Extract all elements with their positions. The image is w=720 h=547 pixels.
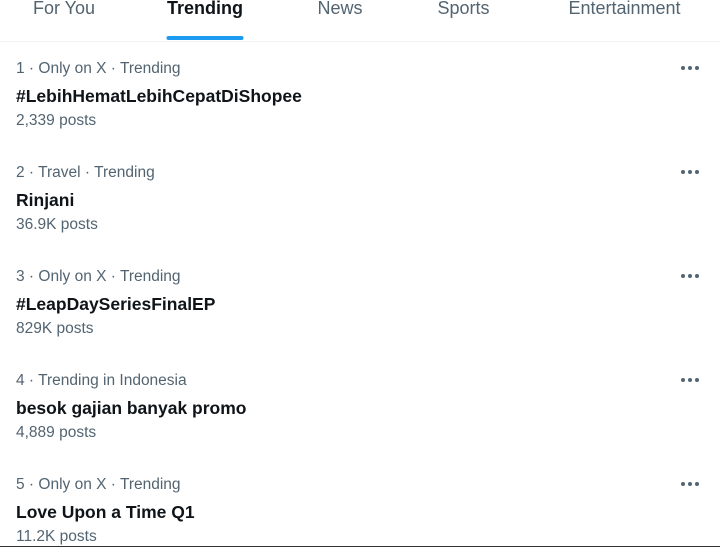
dot	[688, 274, 692, 278]
dot	[681, 378, 685, 382]
tab-for-you[interactable]: For You	[0, 0, 128, 41]
tab-news[interactable]: News	[282, 0, 398, 41]
active-tab-indicator	[166, 36, 244, 40]
tab-sports[interactable]: Sports	[398, 0, 529, 41]
tab-label: News	[317, 0, 363, 18]
trend-item[interactable]: 2 · Travel · Trending Rinjani 36.9K post…	[0, 146, 720, 250]
trend-name: Love Upon a Time Q1	[16, 502, 195, 522]
trend-item[interactable]: 4 · Trending in Indonesia besok gajian b…	[0, 354, 720, 458]
tab-label: Entertainment	[568, 0, 681, 18]
trend-context: 4 · Trending in Indonesia	[16, 372, 187, 389]
dot	[688, 378, 692, 382]
dot	[681, 482, 685, 486]
more-horizontal-icon[interactable]	[676, 58, 704, 78]
dot	[695, 66, 699, 70]
explore-tab-bar: For You Trending News Sports Entertainme…	[0, 0, 720, 42]
dot	[688, 66, 692, 70]
trend-post-count: 829K posts	[16, 320, 94, 337]
tab-label: For You	[32, 0, 96, 18]
trend-name: #LebihHematLebihCepatDiShopee	[16, 86, 302, 106]
dot	[695, 274, 699, 278]
trend-context: 2 · Travel · Trending	[16, 164, 155, 181]
dot	[695, 170, 699, 174]
tab-label: Sports	[437, 0, 490, 18]
trend-item[interactable]: 5 · Only on X · Trending Love Upon a Tim…	[0, 458, 720, 546]
dot	[695, 482, 699, 486]
explore-trending-page: For You Trending News Sports Entertainme…	[0, 0, 720, 547]
trend-post-count: 11.2K posts	[16, 528, 97, 545]
dot	[695, 378, 699, 382]
dot	[688, 170, 692, 174]
trend-post-count: 2,339 posts	[16, 112, 97, 129]
tab-label: Trending	[167, 0, 243, 18]
trend-name: #LeapDaySeriesFinalEP	[16, 294, 216, 314]
tab-entertainment[interactable]: Entertainment	[529, 0, 720, 41]
trend-name: besok gajian banyak promo	[16, 398, 247, 418]
trend-name: Rinjani	[16, 190, 75, 210]
trend-context: 1 · Only on X · Trending	[16, 60, 181, 77]
trend-post-count: 36.9K posts	[16, 216, 98, 233]
more-horizontal-icon[interactable]	[676, 266, 704, 286]
trend-item[interactable]: 1 · Only on X · Trending #LebihHematLebi…	[0, 42, 720, 146]
dot	[681, 274, 685, 278]
trend-list: 1 · Only on X · Trending #LebihHematLebi…	[0, 42, 720, 546]
trend-context: 3 · Only on X · Trending	[16, 268, 181, 285]
more-horizontal-icon[interactable]	[676, 162, 704, 182]
trend-item[interactable]: 3 · Only on X · Trending #LeapDaySeriesF…	[0, 250, 720, 354]
dot	[681, 66, 685, 70]
more-horizontal-icon[interactable]	[676, 370, 704, 390]
dot	[688, 482, 692, 486]
trend-post-count: 4,889 posts	[16, 424, 97, 441]
trend-context: 5 · Only on X · Trending	[16, 476, 181, 493]
dot	[681, 170, 685, 174]
tab-trending[interactable]: Trending	[128, 0, 282, 41]
more-horizontal-icon[interactable]	[676, 474, 704, 494]
